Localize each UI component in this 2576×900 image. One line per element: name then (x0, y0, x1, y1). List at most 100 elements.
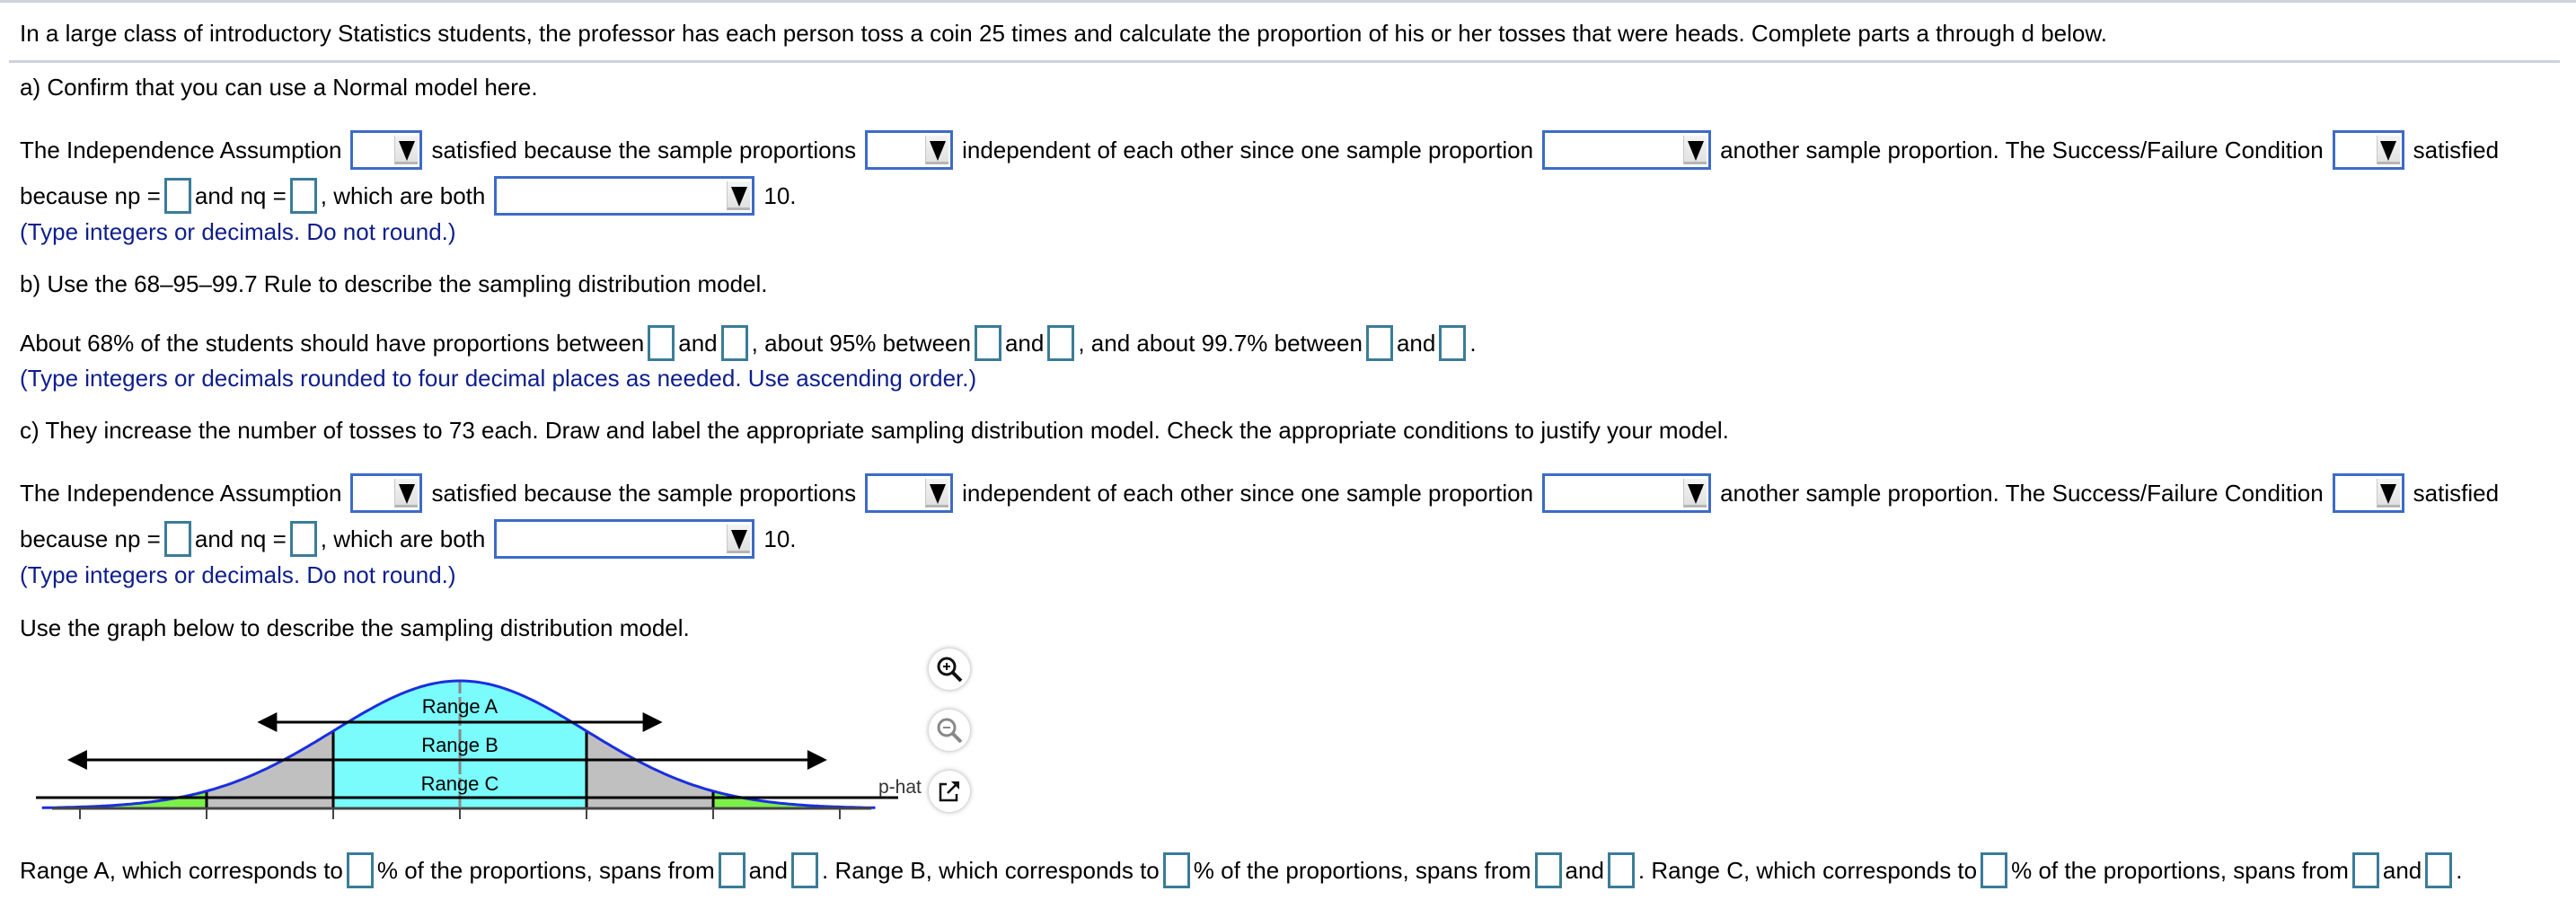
open-in-new-window-button[interactable] (929, 771, 970, 812)
chevron-down-icon (394, 479, 419, 507)
range-a-low-input[interactable] (718, 852, 745, 888)
text: and (1004, 330, 1045, 357)
text: satisfied (2413, 480, 2500, 507)
range-95-low-input[interactable] (974, 325, 1001, 361)
zoom-out-icon (937, 718, 963, 744)
proportions-independence-dropdown-c[interactable] (865, 473, 954, 513)
text: because np = (20, 525, 161, 552)
independence-assumption-dropdown-c[interactable] (350, 473, 423, 513)
range-68-high-input[interactable] (720, 325, 748, 361)
text: and (678, 330, 718, 357)
text: The Independence Assumption (20, 137, 342, 163)
divider (9, 60, 2560, 63)
nq-input-c[interactable] (289, 521, 317, 557)
text: 10. (763, 525, 797, 552)
top-border (0, 0, 2576, 3)
part-b-heading: b) Use the 68–95–99.7 Rule to describe t… (20, 270, 768, 297)
part-a-row-2: because np = and nq = , which are both 1… (20, 176, 797, 216)
chevron-down-icon (727, 525, 751, 553)
chevron-down-icon (727, 181, 751, 210)
chevron-down-icon (2376, 479, 2400, 507)
text: % of the proportions, spans from (376, 857, 715, 884)
part-c-hint: (Type integers or decimals. Do not round… (20, 561, 456, 588)
text: and (1396, 330, 1436, 357)
graph-intro: Use the graph below to describe the samp… (20, 614, 690, 641)
text: . (2456, 857, 2463, 884)
range-b-percent-input[interactable] (1162, 852, 1190, 888)
text: % of the proportions, spans from (1193, 857, 1531, 884)
arrow-left-icon (257, 712, 278, 732)
range-68-low-input[interactable] (648, 325, 675, 361)
range-95-high-input[interactable] (1047, 325, 1075, 361)
part-c-row-1: The Independence Assumption satisfied be… (20, 473, 2499, 513)
part-c-heading: c) They increase the number of tosses to… (20, 417, 1729, 444)
text: because np = (20, 182, 161, 209)
chevron-down-icon (925, 479, 949, 507)
chevron-down-icon (2376, 136, 2400, 164)
np-input[interactable] (163, 178, 191, 214)
text: 10. (763, 182, 797, 209)
text: another sample proportion. The Success/F… (1720, 480, 2324, 507)
chevron-down-icon (394, 136, 419, 164)
text: , about 95% between (751, 330, 971, 357)
comparison-dropdown-c[interactable] (494, 519, 755, 559)
range-b-high-input[interactable] (1607, 852, 1635, 888)
text: . (1469, 330, 1477, 357)
arrow-right-icon (807, 750, 827, 770)
part-b-hint: (Type integers or decimals rounded to fo… (20, 365, 977, 392)
range-a-percent-input[interactable] (346, 852, 374, 888)
text: , which are both (320, 182, 486, 209)
text: and (748, 857, 789, 884)
text: and (2382, 857, 2422, 884)
nq-input[interactable] (289, 178, 317, 214)
text: independent of each other since one samp… (962, 137, 1534, 163)
proportions-independence-dropdown[interactable] (865, 130, 954, 170)
text: and nq = (194, 182, 287, 209)
text: , which are both (320, 525, 486, 552)
text: independent of each other since one samp… (962, 480, 1534, 507)
text: % of the proportions, spans from (2011, 857, 2349, 884)
part-b-row: About 68% of the students should have pr… (20, 325, 1477, 361)
range-c-low-input[interactable] (2351, 852, 2379, 888)
text: , and about 99.7% between (1078, 330, 1363, 357)
zoom-in-button[interactable] (929, 649, 970, 690)
arrow-left-icon (66, 750, 87, 770)
range-c-label: Range C (421, 772, 499, 795)
part-a-hint: (Type integers or decimals. Do not round… (20, 218, 456, 245)
success-failure-dropdown-c[interactable] (2332, 473, 2404, 513)
range-answers-row: Range A, which corresponds to % of the p… (20, 852, 2463, 888)
text: and nq = (194, 525, 287, 552)
sample-proportion-affect-dropdown[interactable] (1542, 130, 1712, 170)
range-c-high-input[interactable] (2425, 852, 2453, 888)
comparison-dropdown[interactable] (494, 176, 755, 216)
independence-assumption-dropdown[interactable] (350, 130, 423, 170)
np-input-c[interactable] (163, 521, 191, 557)
range-997-low-input[interactable] (1365, 325, 1393, 361)
chevron-down-icon (1683, 479, 1707, 507)
range-b-label: Range B (421, 734, 498, 756)
range-b-low-input[interactable] (1534, 852, 1562, 888)
zoom-out-button[interactable] (929, 710, 970, 751)
range-c-percent-input[interactable] (1981, 852, 2008, 888)
chevron-down-icon (925, 136, 949, 164)
text: . Range C, which corresponds to (1637, 857, 1978, 884)
range-997-high-input[interactable] (1439, 325, 1467, 361)
part-a-row-1: The Independence Assumption satisfied be… (20, 130, 2499, 170)
chevron-down-icon (1683, 136, 1707, 164)
arrow-right-icon (642, 712, 663, 732)
text: satisfied (2413, 137, 2500, 163)
sample-proportion-affect-dropdown-c[interactable] (1542, 473, 1712, 513)
text: Range A, which corresponds to (20, 857, 343, 884)
part-c-row-2: because np = and nq = , which are both 1… (20, 519, 797, 559)
text: The Independence Assumption (20, 480, 342, 507)
success-failure-dropdown[interactable] (2332, 130, 2404, 170)
problem-intro: In a large class of introductory Statist… (20, 20, 2107, 47)
text: About 68% of the students should have pr… (20, 330, 645, 357)
range-a-high-input[interactable] (791, 852, 819, 888)
normal-curve-graph: Range A Range B Range C (36, 679, 898, 819)
zoom-in-icon (937, 657, 963, 683)
text: . Range B, which corresponds to (822, 857, 1160, 884)
part-a-heading: a) Confirm that you can use a Normal mod… (20, 74, 538, 101)
p-hat-axis-label: p-hat (878, 777, 922, 798)
text: satisfied because the sample proportions (431, 137, 857, 163)
